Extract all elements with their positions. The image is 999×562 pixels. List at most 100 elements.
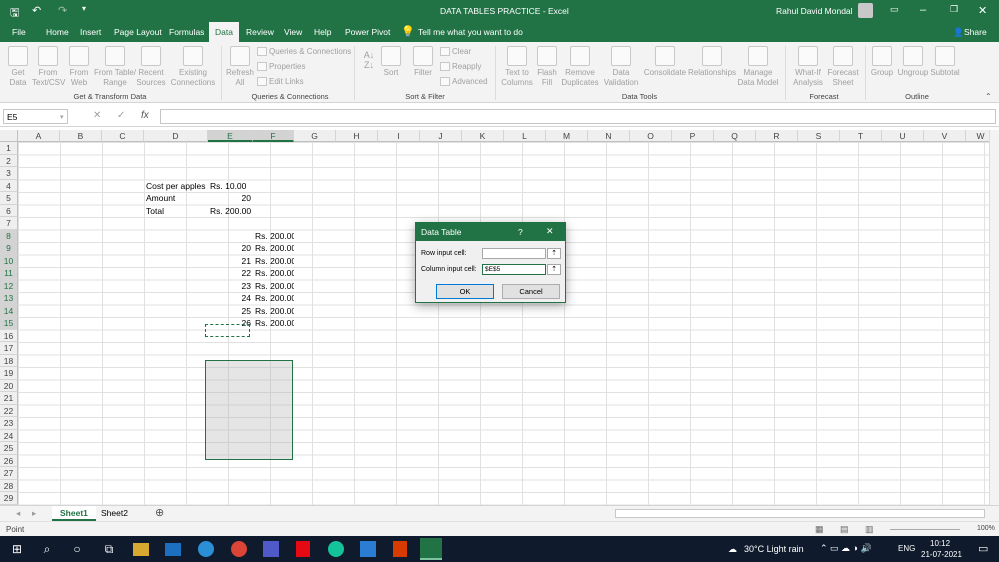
ok-button[interactable]: OK [436,284,494,299]
tray-icons[interactable]: ⌃ ▭ ☁ ◑ 🔊 [820,543,872,554]
from-text-csv-button[interactable]: From Text/CSV [32,46,65,88]
column-input-field[interactable]: $E$5 [482,264,546,275]
queries-connections-button[interactable]: Queries & Connections [257,47,351,57]
cell-f14[interactable]: Rs. 200.00 [253,305,294,318]
autosave-icon[interactable]: 🖫 [10,4,19,23]
sheet-tab-sheet2[interactable]: Sheet2 [93,506,136,521]
consolidate-button[interactable]: Consolidate [643,46,687,78]
dialog-help-button[interactable]: ? [518,227,523,237]
column-header-g[interactable]: G [294,130,336,142]
avatar[interactable] [858,3,873,18]
netflix-icon[interactable] [296,541,310,557]
row-input-field[interactable] [482,248,546,259]
weather-text[interactable]: 30°C Light rain [744,544,804,554]
row-header-4[interactable]: 4 [0,179,18,192]
clear-button[interactable]: Clear [440,47,471,57]
search-icon[interactable]: ⌕ [38,540,56,558]
properties-button[interactable]: Properties [257,62,305,72]
flash-fill-button[interactable]: Flash Fill [535,46,559,88]
ribbon-display-icon[interactable]: ▭ [890,4,899,15]
undo-icon[interactable]: ↶ [32,4,41,17]
horizontal-scrollbar[interactable] [615,509,985,518]
what-if-analysis-button[interactable]: What-If Analysis [789,46,827,88]
column-header-k[interactable]: K [462,130,504,142]
next-sheet-icon[interactable]: ▸ [24,506,44,521]
word-icon[interactable] [360,541,376,557]
cell-e10[interactable]: 21 [208,255,253,268]
cell-f12[interactable]: Rs. 200.00 [253,280,294,293]
column-header-f[interactable]: F [253,130,294,142]
teams-icon[interactable] [263,541,279,557]
cortana-icon[interactable]: ○ [68,540,86,558]
insert-function-icon[interactable]: fx [141,110,149,121]
grammarly-icon[interactable] [328,541,344,557]
sort-button[interactable]: Sort [378,46,404,78]
column-header-t[interactable]: T [840,130,882,142]
select-all-corner[interactable] [0,130,18,142]
cell-d6[interactable]: Total [144,205,208,218]
cell-e4[interactable]: Rs. 10.00 [208,180,253,193]
data-validation-button[interactable]: Data Validation [601,46,641,88]
cell-e5[interactable]: 20 [208,192,253,205]
clock-time[interactable]: 10:12 [930,539,950,548]
task-view-icon[interactable]: ⧉ [100,540,118,558]
row-header-21[interactable]: 21 [0,392,18,405]
name-box[interactable]: E5 [3,109,68,124]
column-header-q[interactable]: Q [714,130,756,142]
cell-e12[interactable]: 23 [208,280,253,293]
recent-sources-button[interactable]: Recent Sources [136,46,166,88]
zoom-slider[interactable] [890,529,960,530]
relationships-button[interactable]: Relationships [688,46,736,78]
cell-f9[interactable]: Rs. 200.00 [253,242,294,255]
page-break-view-icon[interactable]: ▥ [865,524,874,535]
text-to-columns-button[interactable]: Text to Columns [500,46,534,88]
tab-file[interactable]: File [12,27,26,37]
tab-review[interactable]: Review [246,27,274,37]
group-button[interactable]: Group [869,46,895,78]
row-header-16[interactable]: 16 [0,329,18,342]
enter-icon[interactable]: ✓ [117,110,125,121]
column-header-b[interactable]: B [60,130,102,142]
namebox-dropdown-icon[interactable]: ▾ [60,113,64,121]
column-header-j[interactable]: J [420,130,462,142]
cell-f11[interactable]: Rs. 200.00 [253,267,294,280]
row-header-2[interactable]: 2 [0,154,18,167]
chrome-icon[interactable] [231,541,247,557]
windows-start-icon[interactable]: ⊞ [8,540,26,558]
row-header-23[interactable]: 23 [0,417,18,430]
column-collapse-icon[interactable]: ⇡ [547,264,561,275]
row-header-10[interactable]: 10 [0,254,18,267]
notifications-icon[interactable]: ▭ [978,542,988,555]
cell-d4[interactable]: Cost per apples [144,180,208,193]
column-header-s[interactable]: S [798,130,840,142]
column-header-l[interactable]: L [504,130,546,142]
tab-power-pivot[interactable]: Power Pivot [345,27,390,37]
cell-f8[interactable]: Rs. 200.00 [253,230,294,243]
tab-insert[interactable]: Insert [80,27,101,37]
column-header-v[interactable]: V [924,130,966,142]
existing-connections-button[interactable]: Existing Connections [170,46,216,88]
tab-formulas[interactable]: Formulas [169,27,204,37]
tab-data[interactable]: Data [209,22,239,42]
user-name[interactable]: Rahul David Mondal [776,6,853,16]
ungroup-button[interactable]: Ungroup [897,46,929,78]
formula-input[interactable] [160,109,996,124]
cell-f10[interactable]: Rs. 200.00 [253,255,294,268]
mail-icon[interactable] [165,543,181,556]
column-header-p[interactable]: P [672,130,714,142]
edit-links-button[interactable]: Edit Links [257,77,304,87]
row-header-27[interactable]: 27 [0,467,18,480]
row-header-19[interactable]: 19 [0,367,18,380]
page-layout-view-icon[interactable]: ▤ [840,524,849,535]
column-header-e[interactable]: E [208,130,253,142]
column-header-i[interactable]: I [378,130,420,142]
row-header-18[interactable]: 18 [0,354,18,367]
row-header-1[interactable]: 1 [0,142,18,155]
clock-date[interactable]: 21-07-2021 [921,550,962,559]
cell-e13[interactable]: 24 [208,292,253,305]
worksheet-grid[interactable]: ABCDEFGHIJKLMNOPQRSTUVW 1 2 3 4 5 6 7 8 9 10 11 12 1… [0,130,999,505]
get-data-button[interactable]: Get Data [4,46,32,88]
cell-e6[interactable]: Rs. 200.00 [208,205,253,218]
file-explorer-icon[interactable] [133,543,149,556]
share-button[interactable]: Share [964,27,987,37]
